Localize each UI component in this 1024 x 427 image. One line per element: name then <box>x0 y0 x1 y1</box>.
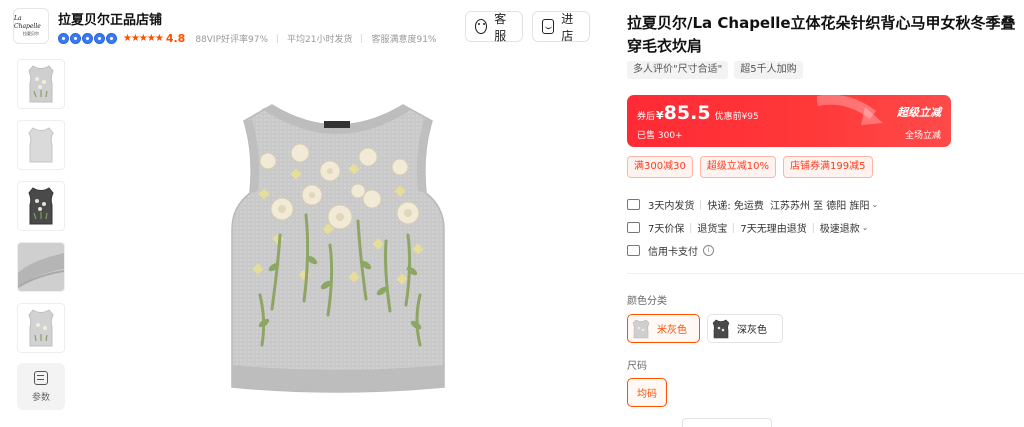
decorative-arrow-icon <box>817 95 883 125</box>
quantity-stepper[interactable] <box>682 418 772 427</box>
divider <box>361 33 363 43</box>
coupon-super-discount[interactable]: 超级立减10% <box>699 156 777 178</box>
chat-smile-icon <box>475 19 488 34</box>
enter-shop-button[interactable]: 进店 <box>532 11 590 43</box>
store-icon <box>542 19 555 34</box>
level-badge-icon <box>94 32 105 44</box>
thumbnail-light-gray-vest[interactable] <box>17 59 65 109</box>
fast-refund: 极速退款 <box>819 224 860 235</box>
main-product-image[interactable] <box>200 95 475 400</box>
chevron-down-icon: ⌄ <box>861 223 869 232</box>
credit-card-icon <box>627 245 640 256</box>
truck-icon <box>627 199 640 210</box>
color-option-label: 深灰色 <box>737 325 767 336</box>
sold-count: 已售 300+ <box>637 131 683 141</box>
promo-subtitle: 全场立减 <box>904 131 941 141</box>
size-section-label: 尺码 <box>627 361 647 372</box>
price-banner: 券后 ¥ 85.5 优惠前¥95 已售 300+ 超级立减 全场立减 <box>627 95 951 147</box>
params-button[interactable]: 参数 <box>17 363 65 410</box>
shop-meta: ★★★★★ 4.8 88VIP好评率97% 平均21小时发货 客服满意度91% <box>58 31 446 45</box>
shipping-time: 3天内发货 <box>648 201 695 212</box>
shop-metric-service: 客服满意度91% <box>371 34 437 45</box>
enter-shop-label: 进店 <box>561 11 574 43</box>
vest-thumbnail-image <box>28 127 54 163</box>
original-price: 优惠前¥95 <box>714 112 759 122</box>
params-label: 参数 <box>31 392 50 403</box>
product-tags: 多人评价"尺寸合适" 超5千人加购 <box>627 61 803 79</box>
rating-stars: ★★★★★ <box>123 32 164 44</box>
thumbnail-fabric-detail[interactable] <box>17 242 65 292</box>
shop-logo-text: La Chapelle <box>14 15 41 30</box>
price-value: 85.5 <box>663 102 711 124</box>
product-title: 拉夏贝尔/La Chapelle立体花朵针织背心马甲女秋冬季叠穿毛衣坎肩 <box>627 14 1016 55</box>
customer-service-label: 客服 <box>494 11 507 43</box>
section-divider <box>627 273 1024 274</box>
color-section-label: 颜色分类 <box>627 296 667 307</box>
delivery-route: 江苏苏州 至 德阳 旌阳 <box>769 201 870 212</box>
level-badge-icon <box>58 32 69 44</box>
coupon-300-30[interactable]: 满300减30 <box>627 156 693 178</box>
service-guarantees[interactable]: 7天价保 退货宝 7天无理由退货 极速退款 ⌄ <box>627 220 868 235</box>
divider <box>690 222 692 233</box>
divider <box>700 199 702 210</box>
shop-metric-shipping: 平均21小时发货 <box>287 34 353 45</box>
chevron-down-icon: ⌄ <box>871 200 879 209</box>
coupon-list: 满300减30 超级立减10% 店铺券满199减5 <box>627 156 873 178</box>
divider <box>812 222 814 233</box>
level-badge-icon <box>70 32 81 44</box>
tag-cart-count: 超5千人加购 <box>734 61 803 79</box>
return-insurance: 退货宝 <box>697 224 728 235</box>
shop-metric-vip: 88VIP好评率97% <box>195 34 269 45</box>
shop-level-badges <box>58 32 117 44</box>
color-option-dark-gray[interactable]: 深灰色 <box>707 314 783 343</box>
fabric-thumbnail-image <box>18 243 64 291</box>
color-option-label: 米灰色 <box>657 325 687 336</box>
coupon-shop-199-5[interactable]: 店铺券满199减5 <box>783 156 873 178</box>
vest-thumbnail-image <box>28 187 54 225</box>
payment-info: 信用卡支付 i <box>627 243 714 258</box>
params-icon <box>34 370 48 385</box>
thumbnail-light-gray-vest-plain[interactable] <box>17 120 65 170</box>
level-badge-icon <box>106 32 117 44</box>
promo-brand: 超级立减 <box>897 106 941 119</box>
customer-service-button[interactable]: 客服 <box>465 11 523 43</box>
thumbnail-dark-gray-vest[interactable] <box>17 181 65 231</box>
price-row: 券后 ¥ 85.5 优惠前¥95 <box>637 102 759 124</box>
dark-gray-swatch-image <box>712 319 730 338</box>
info-icon[interactable]: i <box>703 245 714 256</box>
price-label: 券后 <box>637 112 656 122</box>
thumbnail-list <box>17 59 65 364</box>
shield-icon <box>627 222 640 233</box>
color-option-light-gray[interactable]: 米灰色 <box>627 314 700 343</box>
shop-logo[interactable]: La Chapelle 拉夏贝尔 <box>13 8 49 44</box>
level-badge-icon <box>82 32 93 44</box>
shop-logo-subtext: 拉夏贝尔 <box>23 31 39 36</box>
shipping-info[interactable]: 3天内发货 快递: 免运费 江苏苏州 至 德阳 旌阳 ⌄ <box>627 197 878 212</box>
price-protection: 7天价保 <box>648 224 685 235</box>
shop-rating: 4.8 <box>165 31 186 45</box>
size-option-label: 均码 <box>637 389 657 400</box>
price-currency: ¥ <box>656 109 664 122</box>
no-reason-return: 7天无理由退货 <box>740 224 807 235</box>
delivery-fee: 快递: 免运费 <box>707 201 764 212</box>
vest-thumbnail-image <box>28 309 54 347</box>
tag-size-fit[interactable]: 多人评价"尺寸合适" <box>627 61 729 79</box>
thumbnail-light-gray-vest-alt[interactable] <box>17 303 65 353</box>
size-option-one-size[interactable]: 均码 <box>627 378 667 407</box>
credit-card-payment: 信用卡支付 <box>648 247 698 258</box>
light-gray-swatch-image <box>632 319 650 338</box>
divider <box>277 33 279 43</box>
divider <box>733 222 735 233</box>
vest-thumbnail-image <box>28 65 54 103</box>
shop-name[interactable]: 拉夏贝尔正品店铺 <box>58 9 162 28</box>
